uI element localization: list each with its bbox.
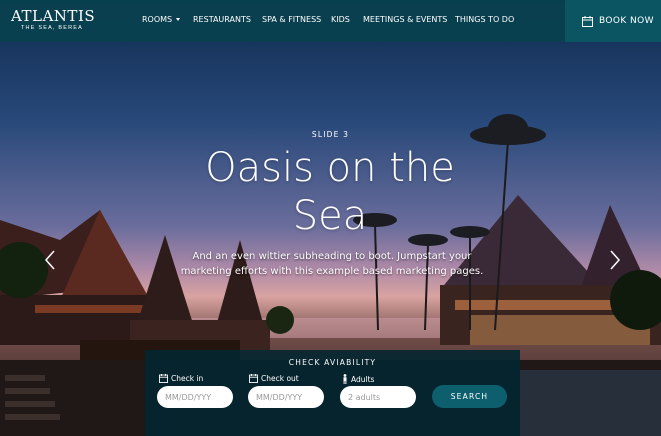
hero-subtitle: And an even wittier subheading to boot. … xyxy=(180,251,484,277)
check-out-label: Check out xyxy=(249,374,299,383)
brand-name: ATLANTIS xyxy=(11,7,96,25)
calendar-icon xyxy=(582,15,593,27)
field-label-text: Check in xyxy=(171,374,204,383)
nav-item-label: RESTAURANTS xyxy=(193,15,251,24)
book-now-label: BOOK NOW xyxy=(599,16,654,26)
caret-down-icon xyxy=(176,18,181,21)
person-icon xyxy=(343,374,347,384)
slide-kicker: SLIDE 3 xyxy=(311,130,350,139)
field-label-text: Adults xyxy=(351,374,375,384)
adults-input[interactable] xyxy=(340,386,416,408)
chevron-right-icon[interactable] xyxy=(608,250,622,270)
nav-item-restaurants[interactable]: RESTAURANTS xyxy=(193,15,251,24)
nav-item-label: ROOMS xyxy=(142,15,173,24)
brand-tagline: THE SEA, BEREA xyxy=(21,25,84,31)
check-out-input[interactable] xyxy=(248,386,324,408)
nav-item-rooms[interactable]: ROOMS xyxy=(142,15,181,24)
book-now-button[interactable]: BOOK NOW xyxy=(565,0,661,42)
nav-item-label: THINGS TO DO xyxy=(455,15,515,24)
brand-logo[interactable]: ATLANTIS THE SEA, BEREA xyxy=(11,7,96,32)
field-label-text: Check out xyxy=(261,374,299,383)
nav-item-label: KIDS xyxy=(331,15,350,24)
nav-item-spa-fitness[interactable]: SPA & FITNESS xyxy=(262,15,321,24)
hero-title: Oasis on the Sea xyxy=(205,145,455,239)
nav-item-label: SPA & FITNESS xyxy=(262,15,322,24)
check-availability-panel: CHECK AVIABILITY Check in Check out Adul… xyxy=(145,350,520,436)
nav-item-kids[interactable]: KIDS xyxy=(331,15,350,24)
nav-item-meetings-events[interactable]: MEETINGS & EVENTS xyxy=(363,15,447,24)
search-button[interactable]: SEARCH xyxy=(432,385,507,408)
nav-item-label: MEETINGS & EVENTS xyxy=(363,15,448,24)
chevron-left-icon[interactable] xyxy=(43,250,57,270)
adults-label: Adults xyxy=(342,374,374,384)
nav-item-things-to-do[interactable]: THINGS TO DO xyxy=(455,15,514,24)
check-in-input[interactable] xyxy=(157,386,233,408)
calendar-icon xyxy=(159,374,168,383)
calendar-icon xyxy=(249,374,258,383)
check-in-label: Check in xyxy=(159,374,203,383)
top-navigation: ATLANTIS THE SEA, BEREA ROOMS RESTAURANT… xyxy=(0,0,661,42)
panel-title: CHECK AVIABILITY xyxy=(288,358,377,367)
